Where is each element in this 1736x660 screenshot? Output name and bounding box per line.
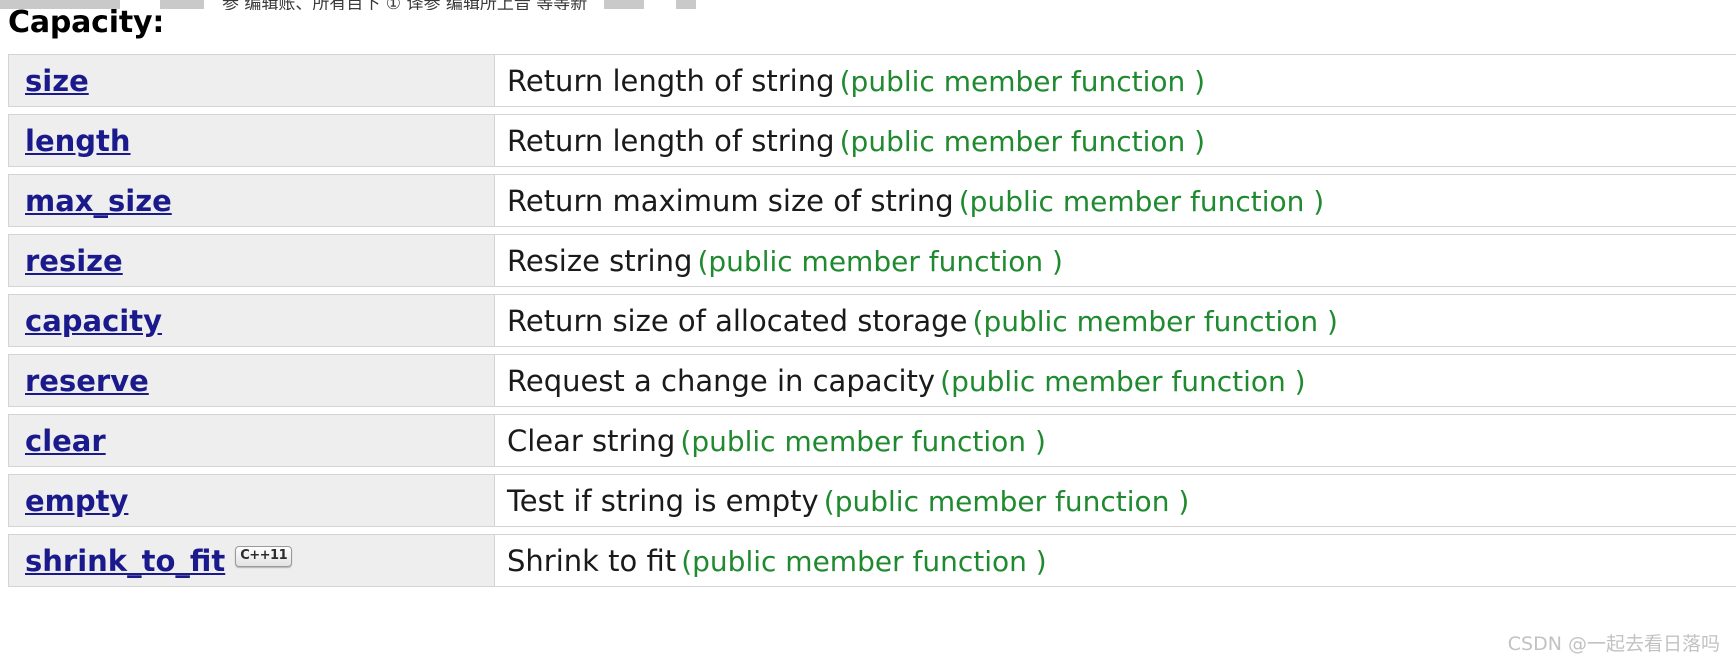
function-name-cell[interactable]: reserve xyxy=(8,354,495,407)
table-row[interactable]: length Return length of string (public m… xyxy=(8,114,1736,167)
function-kind-note: (public member function ) xyxy=(680,424,1046,458)
function-description-cell: Test if string is empty (public member f… xyxy=(495,474,1736,527)
function-link-shrink-to-fit[interactable]: shrink_to_fit xyxy=(25,544,225,578)
table-row[interactable]: shrink_to_fit C++11 Shrink to fit (public… xyxy=(8,534,1736,587)
function-link-empty[interactable]: empty xyxy=(25,484,128,518)
clipped-chip xyxy=(676,0,696,9)
function-name-cell[interactable]: length xyxy=(8,114,495,167)
table-row[interactable]: empty Test if string is empty (public me… xyxy=(8,474,1736,527)
table-row[interactable]: reserve Request a change in capacity (pu… xyxy=(8,354,1736,407)
function-description-cell: Shrink to fit (public member function ) xyxy=(495,534,1736,587)
clipped-chip xyxy=(160,0,204,9)
function-description: Test if string is empty xyxy=(507,483,819,518)
function-kind-note: (public member function ) xyxy=(697,244,1063,278)
capacity-member-function-table: size Return length of string (public mem… xyxy=(8,47,1736,594)
table-row[interactable]: max_size Return maximum size of string (… xyxy=(8,174,1736,227)
function-link-resize[interactable]: resize xyxy=(25,244,123,278)
function-kind-note: (public member function ) xyxy=(681,544,1047,578)
clipped-top-text: 参 编辑账、所有目下 ① 译参 编辑所上音 等等新 xyxy=(222,0,588,10)
function-kind-note: (public member function ) xyxy=(940,364,1306,398)
function-name-cell[interactable]: size xyxy=(8,54,495,107)
function-kind-note: (public member function ) xyxy=(958,184,1325,218)
function-link-reserve[interactable]: reserve xyxy=(25,364,149,398)
function-description-cell: Return size of allocated storage (public… xyxy=(495,294,1736,347)
function-kind-note: (public member function ) xyxy=(823,484,1190,518)
function-link-capacity[interactable]: capacity xyxy=(25,304,162,338)
clipped-chip xyxy=(604,0,644,9)
function-description: Clear string xyxy=(507,423,676,458)
function-kind-note: (public member function ) xyxy=(839,124,1206,158)
function-link-size[interactable]: size xyxy=(25,64,89,98)
csdn-watermark: CSDN @一起去看日落吗 xyxy=(1507,633,1720,655)
function-description: Resize string xyxy=(507,243,693,278)
function-link-length[interactable]: length xyxy=(25,124,131,158)
function-description: Return length of string xyxy=(507,63,835,98)
function-description: Return length of string xyxy=(507,123,835,158)
function-kind-note: (public member function ) xyxy=(972,304,1338,338)
function-description-cell: Resize string (public member function ) xyxy=(495,234,1736,287)
function-description-cell: Return length of string (public member f… xyxy=(495,54,1736,107)
function-name-cell[interactable]: max_size xyxy=(8,174,495,227)
cpp11-badge-icon: C++11 xyxy=(235,546,293,567)
function-name-cell[interactable]: empty xyxy=(8,474,495,527)
function-description: Shrink to fit xyxy=(507,543,677,578)
function-name-cell[interactable]: shrink_to_fit C++11 xyxy=(8,534,495,587)
function-description-cell: Return maximum size of string (public me… xyxy=(495,174,1736,227)
clipped-top-strip: 参 编辑账、所有目下 ① 译参 编辑所上音 等等新 xyxy=(0,0,1736,10)
function-description-cell: Request a change in capacity (public mem… xyxy=(495,354,1736,407)
page-title: Capacity: xyxy=(8,5,165,40)
function-link-max-size[interactable]: max_size xyxy=(25,184,172,218)
function-name-cell[interactable]: capacity xyxy=(8,294,495,347)
function-description-cell: Return length of string (public member f… xyxy=(495,114,1736,167)
function-name-cell[interactable]: clear xyxy=(8,414,495,467)
function-description-cell: Clear string (public member function ) xyxy=(495,414,1736,467)
function-description: Request a change in capacity xyxy=(507,363,936,398)
table-row[interactable]: size Return length of string (public mem… xyxy=(8,54,1736,107)
table-row[interactable]: capacity Return size of allocated storag… xyxy=(8,294,1736,347)
function-description: Return maximum size of string xyxy=(507,183,954,218)
function-name-cell[interactable]: resize xyxy=(8,234,495,287)
table-row[interactable]: resize Resize string (public member func… xyxy=(8,234,1736,287)
function-link-clear[interactable]: clear xyxy=(25,424,106,458)
function-description: Return size of allocated storage xyxy=(507,303,968,338)
table-row[interactable]: clear Clear string (public member functi… xyxy=(8,414,1736,467)
table-body: size Return length of string (public mem… xyxy=(8,54,1736,587)
function-kind-note: (public member function ) xyxy=(839,64,1206,98)
